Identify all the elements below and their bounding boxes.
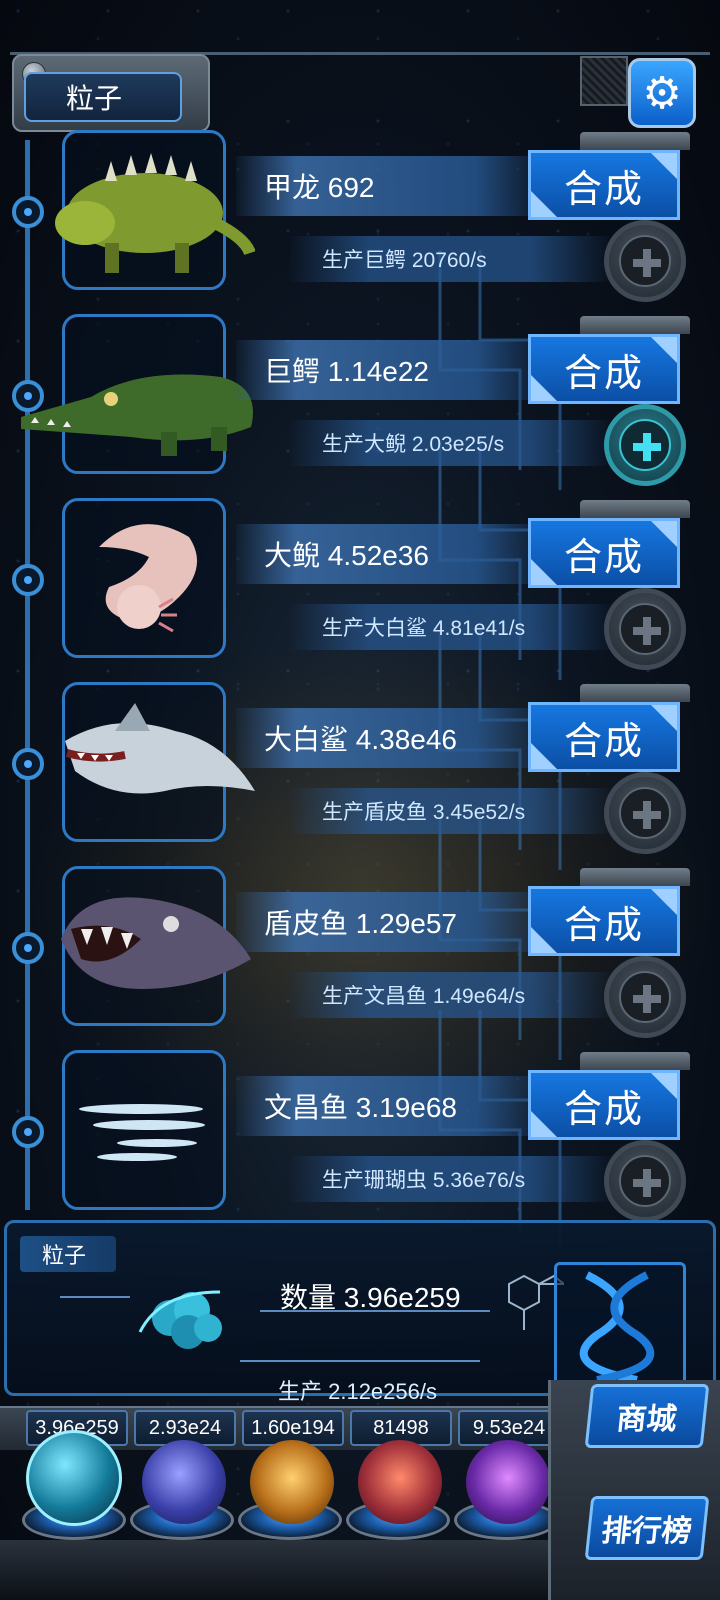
creature-row: 甲龙 692 合成 生产巨鳄 20760/s xyxy=(0,130,720,314)
particle-production: 生产 2.12e256/s xyxy=(278,1379,437,1404)
particle-panel-tab: 粒子 xyxy=(20,1236,116,1272)
add-button[interactable] xyxy=(604,772,686,854)
merge-tab xyxy=(580,1052,690,1070)
shop-button[interactable]: 商城 xyxy=(584,1384,710,1448)
plus-icon xyxy=(619,235,671,287)
connector-line xyxy=(240,1360,480,1362)
ankylosaurus-icon xyxy=(55,153,255,273)
lancelet-icon xyxy=(79,1104,205,1161)
add-button[interactable] xyxy=(604,1140,686,1222)
merge-tab xyxy=(580,500,690,518)
production-rate: 生产巨鳄 20760/s xyxy=(290,236,610,282)
fire-orb-icon[interactable] xyxy=(250,1440,334,1524)
production-rate: 生产大白鲨 4.81e41/s xyxy=(290,604,610,650)
ranking-button[interactable]: 排行榜 xyxy=(584,1496,710,1560)
creature-row: 大鲵 4.52e36 合成 生产大白鲨 4.81e41/s xyxy=(0,498,720,682)
add-button[interactable] xyxy=(604,220,686,302)
dna-icon xyxy=(579,1271,655,1384)
brain-orb-icon[interactable] xyxy=(358,1440,442,1524)
production-rate: 生产文昌鱼 1.49e64/s xyxy=(290,972,610,1018)
axolotl-icon xyxy=(99,524,197,633)
add-button[interactable] xyxy=(604,956,686,1038)
lightning-orb-icon[interactable] xyxy=(142,1440,226,1524)
merge-tab xyxy=(580,316,690,334)
vortex-orb-icon[interactable] xyxy=(466,1440,550,1524)
creature-name: 巨鳄 1.14e22 xyxy=(236,340,536,400)
plus-icon xyxy=(619,419,671,471)
plus-icon xyxy=(619,603,671,655)
connector-line xyxy=(60,1296,130,1298)
creature-card[interactable] xyxy=(62,1050,226,1210)
merge-button[interactable]: 合成 xyxy=(528,334,680,404)
creature-name: 大鲵 4.52e36 xyxy=(236,524,536,584)
merge-tab xyxy=(580,868,690,886)
merge-button[interactable]: 合成 xyxy=(528,150,680,220)
production-rate: 生产大鲵 2.03e25/s xyxy=(290,420,610,466)
creature-name: 大白鲨 4.38e46 xyxy=(236,708,536,768)
vent-grill xyxy=(580,56,628,106)
creature-card[interactable] xyxy=(62,498,226,658)
merge-button[interactable]: 合成 xyxy=(528,1070,680,1140)
production-rate: 生产珊瑚虫 5.36e76/s xyxy=(290,1156,610,1202)
creature-card[interactable] xyxy=(62,682,255,842)
creature-row: 巨鳄 1.14e22 合成 生产大鲵 2.03e25/s xyxy=(0,314,720,498)
merge-tab xyxy=(580,684,690,702)
plus-icon xyxy=(619,1155,671,1207)
particle-cluster-icon xyxy=(138,1290,222,1349)
creature-row: 文昌鱼 3.19e68 合成 生产珊瑚虫 5.36e76/s xyxy=(0,1050,720,1234)
creature-row: 大白鲨 4.38e46 合成 生产盾皮鱼 3.45e52/s xyxy=(0,682,720,866)
tab-label: 粒子 xyxy=(66,83,123,114)
merge-tab xyxy=(580,132,690,150)
merge-button[interactable]: 合成 xyxy=(528,702,680,772)
particle-quantity: 数量 3.96e259 xyxy=(280,1282,461,1313)
add-button-active[interactable] xyxy=(604,404,686,486)
creature-name: 甲龙 692 xyxy=(236,156,536,216)
creature-card[interactable] xyxy=(21,314,253,474)
plus-icon xyxy=(619,787,671,839)
dunkleosteus-icon xyxy=(61,897,251,989)
crocodile-icon xyxy=(21,374,253,456)
gear-icon: ⚙ xyxy=(642,68,682,118)
production-rate: 生产盾皮鱼 3.45e52/s xyxy=(290,788,610,834)
add-button[interactable] xyxy=(604,588,686,670)
shark-icon xyxy=(65,703,255,794)
settings-button[interactable]: ⚙ xyxy=(628,58,696,128)
merge-button[interactable]: 合成 xyxy=(528,886,680,956)
creature-name: 盾皮鱼 1.29e57 xyxy=(236,892,536,952)
creature-card[interactable] xyxy=(61,866,251,1026)
merge-button[interactable]: 合成 xyxy=(528,518,680,588)
tab-particles[interactable]: 粒子 xyxy=(24,72,182,122)
dna-panel[interactable] xyxy=(554,1262,686,1388)
plus-icon xyxy=(619,971,671,1023)
creature-card[interactable] xyxy=(55,130,255,290)
creature-row: 盾皮鱼 1.29e57 合成 生产文昌鱼 1.49e64/s xyxy=(0,866,720,1050)
particle-orb-icon[interactable] xyxy=(26,1430,122,1526)
creature-name: 文昌鱼 3.19e68 xyxy=(236,1076,536,1136)
